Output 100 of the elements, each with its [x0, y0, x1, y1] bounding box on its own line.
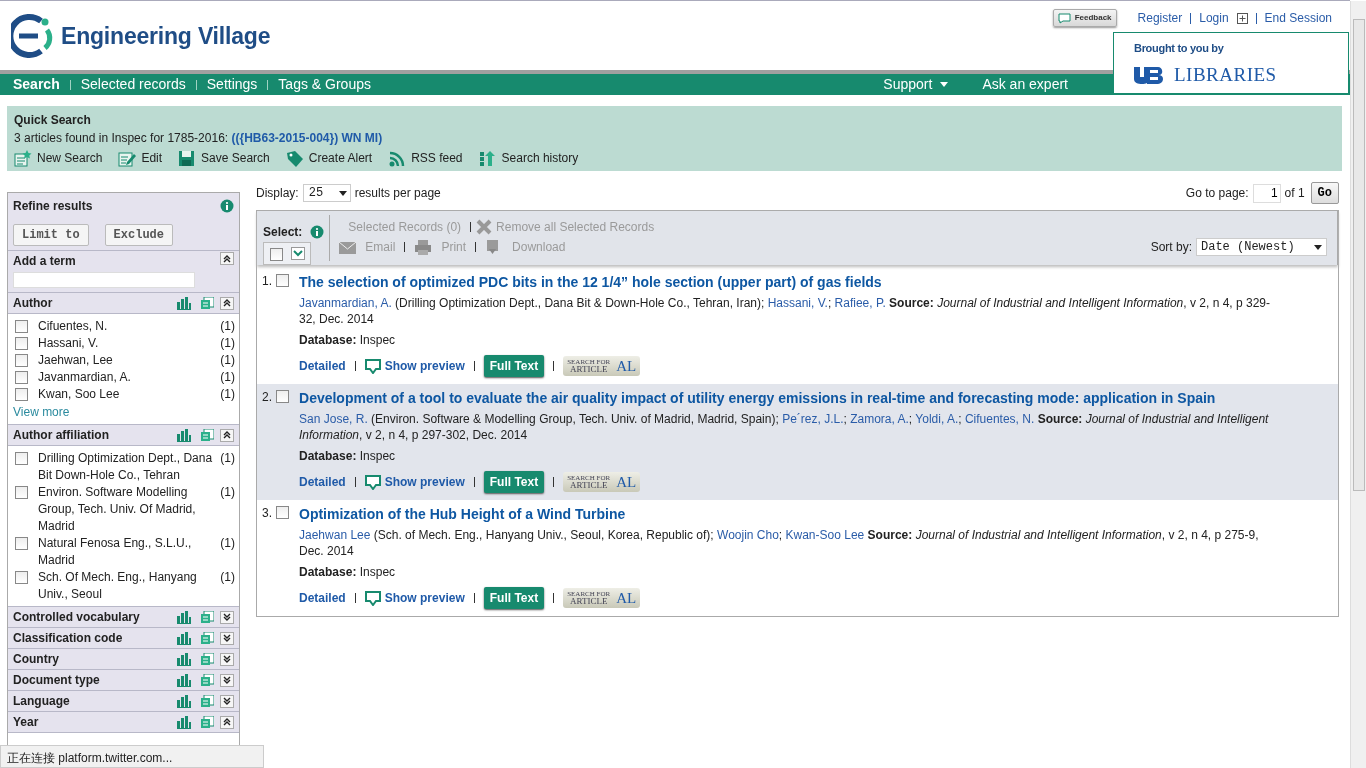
page-size-dropdown[interactable]: 25 — [302, 184, 351, 202]
export-icon[interactable] — [201, 695, 214, 707]
collapse-toggle[interactable] — [220, 428, 234, 442]
full-text-button[interactable]: Full Text — [483, 471, 545, 493]
bar-chart-icon[interactable] — [177, 428, 191, 442]
search-action[interactable]: Search history — [478, 149, 579, 167]
result-title[interactable]: The selection of optimized PDC bits in the 12 1/4” hole section (upper part) of gas fields — [299, 272, 882, 293]
term-input-field[interactable] — [13, 272, 195, 288]
bar-chart-icon[interactable] — [177, 673, 191, 687]
export-icon[interactable] — [201, 429, 214, 441]
refine-button[interactable]: Limit to — [13, 224, 89, 246]
facet-option[interactable]: Jaehwan, Lee — [38, 352, 221, 369]
author-link[interactable]: San Jose, R. — [299, 412, 368, 426]
nav-tab[interactable]: Settings — [206, 74, 258, 95]
export-icon[interactable] — [201, 611, 214, 623]
search-action[interactable]: Create Alert — [285, 149, 373, 167]
checkbox[interactable] — [276, 390, 289, 403]
view-more-link[interactable]: View more — [13, 403, 70, 421]
author-link[interactable]: Zamora, A. — [850, 412, 909, 426]
preview-icon — [364, 358, 381, 374]
author-link[interactable]: Hassani, V. — [767, 296, 828, 310]
facet-option[interactable]: Javanmardian, A. — [38, 369, 221, 386]
checkbox[interactable] — [15, 320, 28, 333]
bar-chart-icon[interactable] — [177, 715, 191, 729]
collapse-toggle[interactable] — [220, 252, 234, 265]
header-link[interactable]: Login — [1199, 9, 1229, 27]
author-link[interactable]: Cifuentes, N. — [964, 412, 1035, 426]
facet-option[interactable]: Drilling Optimization Dept., Dana Bit Down-Hole Co., Tehran — [38, 450, 221, 484]
export-icon[interactable] — [201, 716, 214, 728]
result-title[interactable]: Development of a tool to evaluate the air quality impact of utility energy emissions in real-time and forecasting mode: application in Spain — [299, 388, 1216, 409]
go-button[interactable]: Go — [1310, 182, 1339, 204]
nav-link[interactable]: Ask an expert — [982, 74, 1068, 95]
scrollbar[interactable] — [1350, 1, 1366, 768]
info-icon[interactable] — [310, 225, 325, 239]
checkbox[interactable] — [15, 371, 28, 384]
author-link[interactable]: Kwan-Soo Lee — [785, 528, 865, 542]
search-action[interactable]: New Search — [14, 149, 103, 167]
checkbox[interactable] — [15, 571, 28, 584]
collapse-toggle[interactable] — [220, 610, 234, 624]
checkbox[interactable] — [276, 506, 289, 519]
detailed-link[interactable]: Detailed — [299, 473, 346, 491]
author-link[interactable]: Rafiee, P. — [834, 296, 886, 310]
bar-chart-icon[interactable] — [177, 652, 191, 666]
full-text-button[interactable]: Full Text — [483, 355, 545, 377]
facet-option[interactable]: Natural Fenosa Eng., S.L.U., Madrid — [38, 535, 221, 569]
checkbox[interactable] — [15, 354, 28, 367]
refine-button[interactable]: Exclude — [104, 224, 174, 246]
bar-chart-icon[interactable] — [177, 610, 191, 624]
collapse-toggle[interactable] — [220, 631, 234, 645]
nav-link[interactable]: Support — [883, 74, 949, 95]
search-action[interactable]: Edit — [118, 149, 163, 167]
search-action[interactable]: Save Search — [178, 149, 270, 167]
export-icon[interactable] — [201, 297, 214, 309]
bar-chart-icon[interactable] — [177, 694, 191, 708]
dropdown-icon[interactable] — [291, 247, 305, 260]
bar-chart-icon[interactable] — [177, 631, 191, 645]
show-preview-link[interactable]: Show preview — [364, 473, 465, 491]
header-link[interactable]: Register — [1137, 9, 1183, 27]
checkbox[interactable] — [15, 486, 28, 499]
nav-tab[interactable]: Search — [13, 74, 60, 95]
nav-tab[interactable]: Selected records — [80, 74, 186, 95]
new-search-icon — [14, 149, 33, 167]
bar-chart-icon[interactable] — [177, 296, 191, 310]
info-icon[interactable] — [220, 199, 234, 213]
facet-option[interactable]: Sch. Of Mech. Eng., Hanyang Univ., Seoul — [38, 569, 221, 603]
collapse-toggle[interactable] — [220, 694, 234, 708]
facet-option[interactable]: Hassani, V. — [38, 335, 221, 352]
collapse-toggle[interactable] — [220, 715, 234, 729]
export-icon[interactable] — [201, 653, 214, 665]
export-icon[interactable] — [201, 674, 214, 686]
author-link[interactable]: Javanmardian, A. — [299, 296, 392, 310]
facet-option[interactable]: Environ. Software Modelling Group, Tech. Univ. Of Madrid, Madrid — [38, 484, 221, 535]
section-title: Add a term — [13, 253, 76, 270]
page-input-field[interactable]: 1 — [1252, 183, 1281, 203]
detailed-link[interactable]: Detailed — [299, 357, 346, 375]
detailed-link[interactable]: Detailed — [299, 589, 346, 607]
expand-icon[interactable] — [1236, 12, 1248, 24]
facet-option[interactable]: Kwan, Soo Lee — [38, 386, 221, 403]
checkbox[interactable] — [15, 388, 28, 401]
author-link[interactable]: Jaehwan Lee — [299, 528, 371, 542]
query-link[interactable]: (({HB63-2015-004}) WN MI) — [231, 131, 383, 145]
collapse-toggle[interactable] — [220, 652, 234, 666]
search-action[interactable]: RSS feed — [388, 149, 463, 167]
result-title[interactable]: Optimization of the Hub Height of a Wind Turbine — [299, 504, 626, 525]
nav-tab[interactable]: Tags & Groups — [278, 74, 371, 95]
show-preview-link[interactable]: Show preview — [364, 357, 465, 375]
author-link[interactable]: Woojin Cho — [717, 528, 779, 542]
show-preview-link[interactable]: Show preview — [364, 589, 465, 607]
collapse-toggle[interactable] — [220, 673, 234, 687]
feedback-button[interactable]: Feedback — [1052, 9, 1117, 27]
checkbox[interactable] — [276, 274, 289, 287]
author-link[interactable]: Pe´rez, J.L. — [782, 412, 844, 426]
checkbox[interactable] — [15, 537, 28, 550]
full-text-button[interactable]: Full Text — [483, 587, 545, 609]
export-icon[interactable] — [201, 632, 214, 644]
facet-option[interactable]: Cifuentes, N. — [38, 318, 221, 335]
header-link[interactable]: End Session — [1264, 9, 1332, 27]
collapse-toggle[interactable] — [220, 296, 234, 310]
checkbox[interactable] — [15, 337, 28, 350]
checkbox[interactable] — [15, 452, 28, 465]
